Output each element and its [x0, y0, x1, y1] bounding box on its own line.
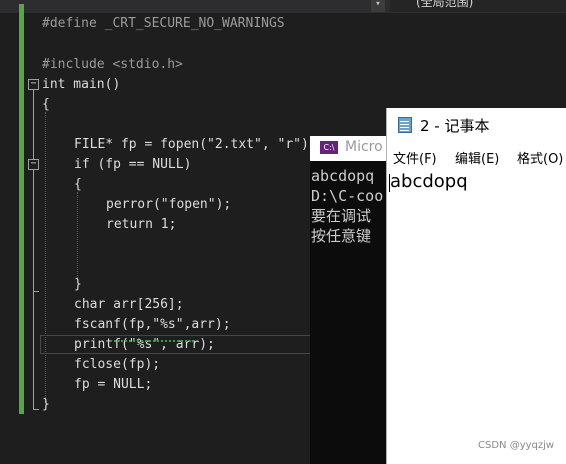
code-line-10[interactable]: perror("fopen");: [106, 195, 231, 215]
fold-range-if-end: [33, 291, 39, 292]
include-directive: #include <stdio.h>: [42, 57, 183, 72]
fopen-statement: FILE* fp = fopen("2.txt", "r");: [74, 137, 317, 152]
if-open-brace: {: [74, 177, 82, 192]
arr-declaration: char arr[256];: [74, 297, 184, 312]
code-line-3[interactable]: #include <stdio.h>: [42, 55, 183, 75]
console-output-line: abcdopq: [311, 167, 375, 185]
code-line-18[interactable]: fclose(fp);: [74, 355, 160, 375]
main-signature: int main(): [42, 77, 121, 92]
fclose-statement: fclose(fp);: [74, 357, 161, 372]
open-brace: {: [42, 97, 50, 112]
collapse-if-icon[interactable]: −: [28, 159, 39, 170]
return-statement: return 1;: [106, 217, 177, 232]
console-title: Micro: [345, 139, 383, 155]
scope-dropdown[interactable]: (全局范围): [390, 0, 566, 12]
debug-console-window[interactable]: C:\ Micro abcdopq D:\C-coo 要在调试 按任意键: [310, 136, 390, 464]
menu-edit[interactable]: 编辑(E): [455, 148, 499, 167]
change-tracking-bar: [19, 4, 24, 414]
console-output-line: D:\C-coo: [311, 187, 384, 205]
menu-format[interactable]: 格式(O): [517, 148, 563, 167]
indent-guide: [45, 112, 46, 402]
code-line-9[interactable]: {: [74, 175, 82, 195]
define-directive: #define _CRT_SECURE_NO_WARNINGS: [42, 16, 285, 31]
indent-guide: [77, 192, 78, 280]
code-line-11[interactable]: return 1;: [106, 215, 176, 235]
fscanf-statement: fscanf(fp,"%s",arr);: [74, 317, 231, 332]
console-output-line: 按任意键: [311, 227, 372, 245]
code-line-14[interactable]: }: [74, 275, 82, 295]
code-line-5[interactable]: {: [42, 95, 50, 115]
perror-statement: perror("fopen");: [106, 197, 232, 212]
code-line-8[interactable]: if (fp == NULL): [74, 155, 191, 175]
menu-file[interactable]: 文件(F): [393, 148, 437, 167]
if-close-brace: }: [74, 277, 82, 292]
console-app-icon: C:\: [320, 141, 338, 154]
notepad-icon: [398, 117, 412, 133]
collapse-main-icon[interactable]: −: [28, 79, 39, 90]
notepad-menu-bar: 文件(F) 编辑(E) 格式(O): [387, 146, 566, 168]
notepad-text-area[interactable]: abcdopq: [390, 171, 468, 192]
code-line-19[interactable]: fp = NULL;: [74, 375, 152, 395]
code-line-20[interactable]: }: [42, 395, 50, 415]
fold-range-main-end: [33, 409, 39, 410]
close-brace: }: [42, 397, 50, 412]
watermark: CSDN @yyqzjw: [478, 440, 555, 451]
code-line-15[interactable]: char arr[256];: [74, 295, 184, 315]
console-output-line: 要在调试: [311, 207, 372, 225]
code-line-1[interactable]: #define _CRT_SECURE_NO_WARNINGS: [42, 14, 285, 34]
editor-nav-bar: ▾ (全局范围): [0, 0, 566, 13]
code-line-16[interactable]: fscanf(fp,"%s",arr);: [74, 315, 231, 335]
notepad-title: 2 - 记事本: [420, 117, 490, 135]
code-line-4[interactable]: int main(): [42, 75, 120, 95]
intellisense-squiggle: [114, 337, 194, 342]
notepad-window[interactable]: 2 - 记事本 文件(F) 编辑(E) 格式(O) abcdopq CSDN @…: [386, 108, 566, 464]
fp-null-statement: fp = NULL;: [74, 377, 153, 392]
fold-range-if: [33, 170, 34, 292]
console-title-bar[interactable]: C:\ Micro: [310, 136, 390, 161]
chevron-down-icon[interactable]: ▾: [371, 0, 385, 12]
if-statement: if (fp == NULL): [74, 157, 192, 172]
code-line-7[interactable]: FILE* fp = fopen("2.txt", "r");: [74, 135, 317, 155]
